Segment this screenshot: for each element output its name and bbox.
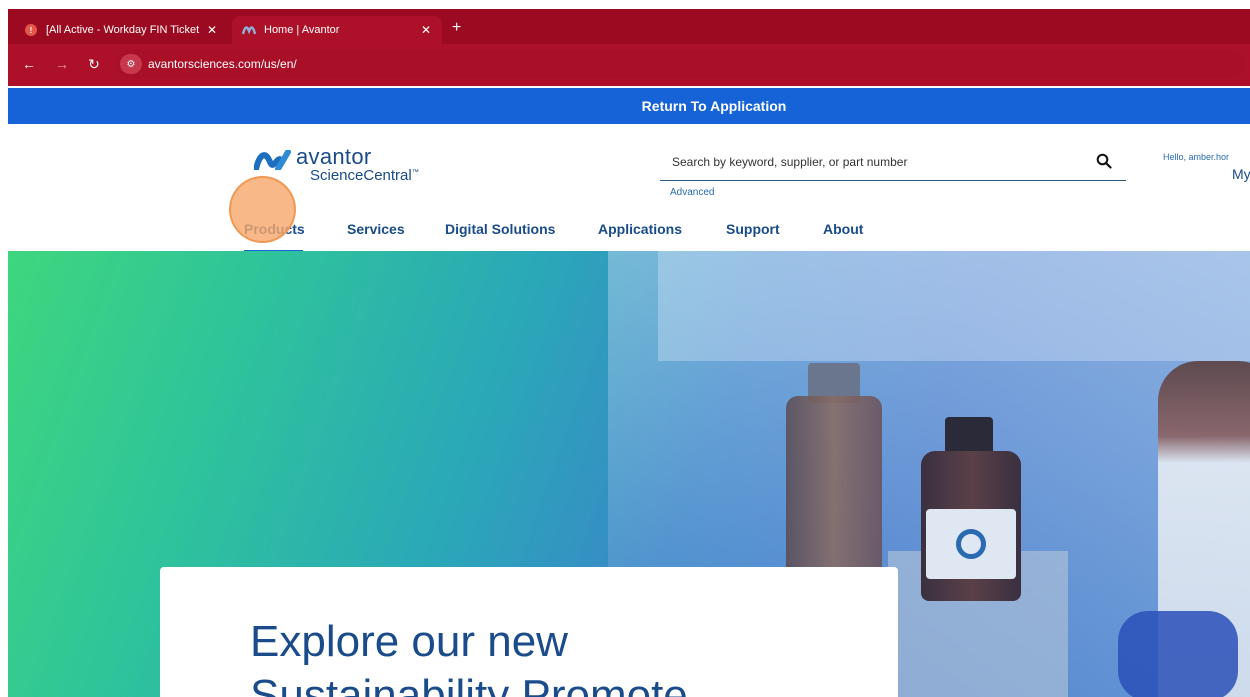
tab-title: Home | Avantor: [264, 24, 340, 36]
close-tab-icon[interactable]: ✕: [204, 23, 220, 37]
account-greeting[interactable]: Hello, amber.hor: [1163, 152, 1229, 162]
lab-shelf: [658, 251, 1250, 361]
hero-heading-line1: Explore our new: [250, 617, 568, 666]
address-bar[interactable]: ⚙ avantorsciences.com/us/en/: [116, 50, 1246, 78]
nav-item-applications[interactable]: Applications: [598, 221, 682, 237]
logo-subtitle-text: ScienceCentral: [310, 167, 412, 184]
browser-toolbar: ← → ↻ ⚙ avantorsciences.com/us/en/: [8, 44, 1250, 86]
bottle-cap: [945, 417, 993, 455]
browser-window: ! [All Active - Workday FIN Ticket ✕ Hom…: [8, 9, 1250, 697]
url-text[interactable]: avantorsciences.com/us/en/: [148, 57, 297, 71]
nav-item-support[interactable]: Support: [726, 221, 780, 237]
main-nav: Products Services Digital Solutions Appl…: [8, 212, 1250, 242]
tab-strip: ! [All Active - Workday FIN Ticket ✕ Hom…: [8, 9, 1250, 44]
logo-subtitle: ScienceCentral™: [310, 167, 419, 184]
account-menu[interactable]: My: [1232, 166, 1250, 182]
new-tab-button[interactable]: +: [452, 19, 461, 37]
bottle-label: [926, 509, 1016, 579]
search-input[interactable]: [670, 154, 1074, 170]
avantor-logo-icon: [253, 149, 294, 175]
search-bar: [660, 146, 1126, 181]
reload-icon[interactable]: ↻: [85, 56, 103, 73]
hero-heading-line2: Sustainability Promote: [250, 671, 688, 697]
nav-item-digital-solutions[interactable]: Digital Solutions: [445, 221, 555, 237]
label-logo: [956, 529, 986, 559]
click-indicator: [229, 176, 296, 243]
workday-favicon-icon: !: [24, 23, 38, 37]
trademark: ™: [411, 169, 419, 176]
tab-avantor[interactable]: Home | Avantor ✕: [232, 16, 442, 44]
return-to-application-link[interactable]: Return To Application: [642, 98, 787, 114]
tab-title: [All Active - Workday FIN Ticket: [46, 24, 200, 36]
avantor-favicon-icon: [242, 23, 256, 37]
hero-card[interactable]: Explore our new Sustainability Promote: [160, 567, 898, 697]
gloved-hand: [1118, 611, 1238, 697]
forward-icon[interactable]: →: [53, 56, 71, 72]
back-icon[interactable]: ←: [20, 56, 38, 72]
site-header: avantor ScienceCentral™ Advanced Hello, …: [8, 124, 1250, 253]
advanced-search-link[interactable]: Advanced: [670, 187, 714, 198]
tab-workday[interactable]: ! [All Active - Workday FIN Ticket ✕: [14, 16, 228, 44]
site-info-icon[interactable]: ⚙: [120, 54, 142, 74]
nav-item-services[interactable]: Services: [347, 221, 405, 237]
return-banner[interactable]: Return To Application: [8, 88, 1250, 124]
close-tab-icon[interactable]: ✕: [418, 23, 434, 37]
search-icon[interactable]: [1096, 153, 1112, 174]
screenshot-frame: ! [All Active - Workday FIN Ticket ✕ Hom…: [0, 0, 1250, 697]
nav-item-about[interactable]: About: [823, 221, 863, 237]
